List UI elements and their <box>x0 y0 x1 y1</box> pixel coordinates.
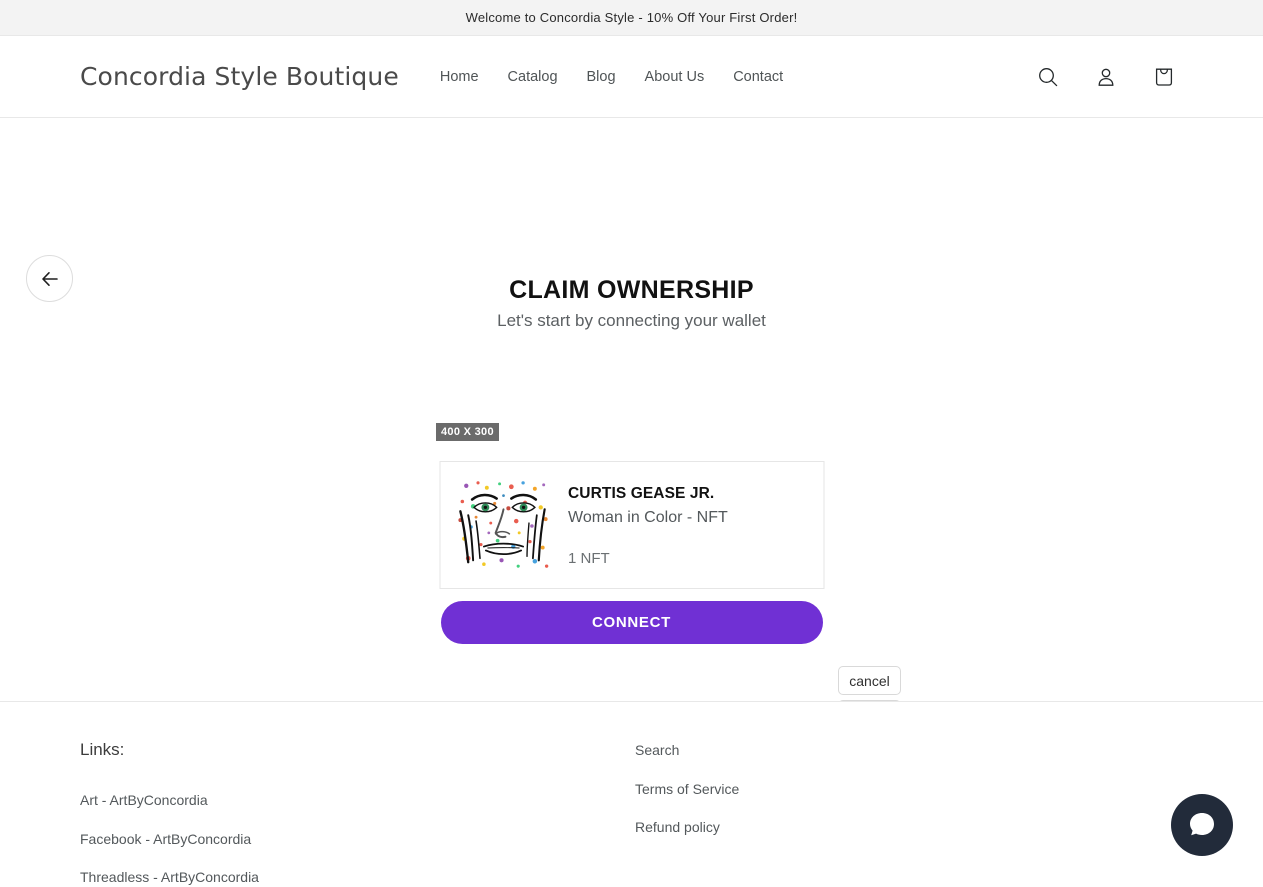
search-icon <box>1039 67 1058 86</box>
footer-links-column: Links: Art - ArtByConcordia Facebook - A… <box>80 740 635 885</box>
nav-link-about-us[interactable]: About Us <box>645 69 705 85</box>
nav-link-home[interactable]: Home <box>440 69 479 85</box>
back-button[interactable] <box>26 255 73 302</box>
nft-title: Woman in Color - NFT <box>568 508 728 526</box>
chat-bubble-icon <box>1190 813 1214 836</box>
claim-subtitle: Let's start by connecting your wallet <box>497 310 766 330</box>
nft-count: 1 NFT <box>568 549 610 567</box>
announcement-text: Welcome to Concordia Style - 10% Off You… <box>465 10 798 25</box>
nft-card[interactable]: CURTIS GEASE JR. Woman in Color - NFT 1 … <box>439 461 824 589</box>
cancel-button[interactable]: cancel <box>838 666 901 695</box>
image-size-badge: 400 X 300 <box>436 423 499 441</box>
footer-link-refund-policy[interactable]: Refund policy <box>635 819 739 837</box>
footer-link-facebook[interactable]: Facebook - ArtByConcordia <box>80 831 635 849</box>
cart-button[interactable] <box>1145 58 1183 96</box>
abstract-splatter-face-artwork-icon <box>454 476 552 574</box>
footer-link-art[interactable]: Art - ArtByConcordia <box>80 792 635 810</box>
site-footer: Links: Art - ArtByConcordia Facebook - A… <box>0 701 1263 885</box>
footer-heading: Links: <box>80 740 125 759</box>
arrow-left-icon <box>41 271 58 286</box>
account-button[interactable] <box>1087 58 1125 96</box>
claim-title: CLAIM OWNERSHIP <box>509 276 754 304</box>
nav-link-blog[interactable]: Blog <box>587 69 616 85</box>
nft-thumbnail <box>454 476 552 574</box>
nft-artist-name: CURTIS GEASE JR. <box>568 484 715 502</box>
footer-link-terms-of-service[interactable]: Terms of Service <box>635 781 739 799</box>
announcement-bar: Welcome to Concordia Style - 10% Off You… <box>0 0 1263 36</box>
claim-ownership-section: CLAIM OWNERSHIP Let's start by connectin… <box>440 276 824 331</box>
footer-policy-column: Search Terms of Service Refund policy <box>635 740 739 881</box>
search-button[interactable] <box>1029 58 1067 96</box>
main-content: CLAIM OWNERSHIP Let's start by connectin… <box>0 118 1263 729</box>
header-actions <box>1029 58 1183 96</box>
footer-link-search[interactable]: Search <box>635 742 739 760</box>
cart-icon <box>1155 68 1173 86</box>
chat-widget-button[interactable] <box>1171 794 1233 856</box>
footer-link-threadless[interactable]: Threadless - ArtByConcordia <box>80 869 635 887</box>
nft-info: CURTIS GEASE JR. Woman in Color - NFT 1 … <box>568 482 728 569</box>
site-header: Concordia Style Boutique Home Catalog Bl… <box>0 36 1263 118</box>
connect-wallet-button[interactable]: CONNECT <box>440 601 823 644</box>
nav-link-contact[interactable]: Contact <box>733 69 783 85</box>
main-navigation: Home Catalog Blog About Us Contact <box>440 69 783 85</box>
site-logo[interactable]: Concordia Style Boutique <box>80 62 399 91</box>
account-icon <box>1098 68 1114 86</box>
nav-link-catalog[interactable]: Catalog <box>508 69 558 85</box>
